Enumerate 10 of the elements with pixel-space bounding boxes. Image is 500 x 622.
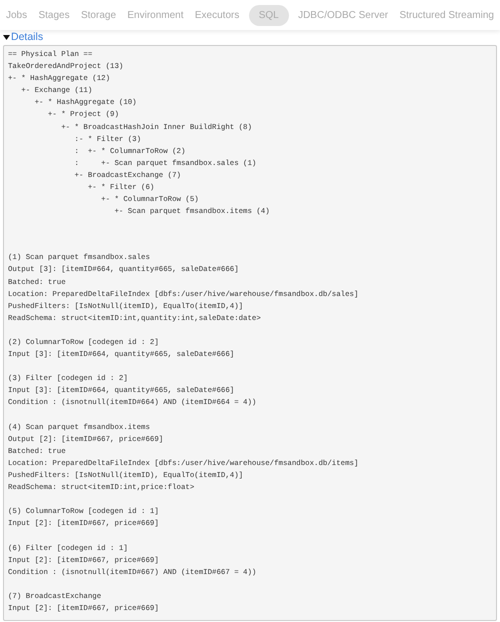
nav-tab[interactable]: Stages: [36, 4, 72, 26]
nav-tab[interactable]: Jobs: [4, 4, 30, 26]
caret-down-icon[interactable]: [3, 34, 10, 40]
nav-tab[interactable]: Executors: [192, 4, 242, 26]
nav-tab[interactable]: Storage: [78, 4, 118, 26]
details-link[interactable]: Details: [11, 32, 44, 42]
nav-tab[interactable]: JDBC/ODBC Server: [296, 4, 390, 26]
nav-tab[interactable]: Environment: [125, 4, 186, 26]
nav-tab[interactable]: Structured Streaming: [397, 4, 496, 26]
nav-tab[interactable]: SQL: [248, 4, 289, 26]
